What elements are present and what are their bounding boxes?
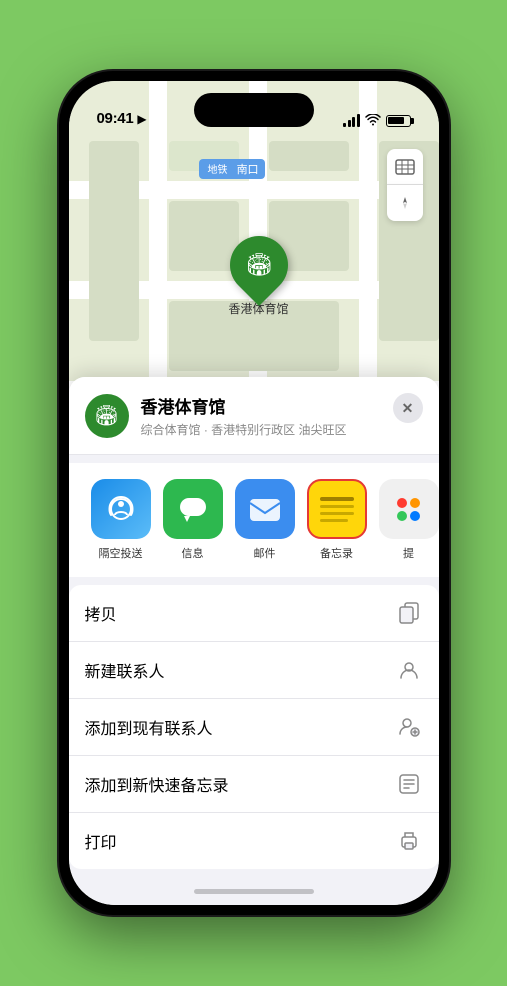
location-button[interactable]: [387, 185, 423, 221]
action-print-label: 打印: [85, 829, 117, 853]
quick-note-icon: [395, 770, 423, 798]
action-quick-note[interactable]: 添加到新快速备忘录: [69, 756, 439, 813]
map-controls: [387, 149, 423, 221]
new-contact-icon: [395, 656, 423, 684]
venue-header: 🏟 香港体育馆 综合体育馆 · 香港特别行政区 油尖旺区 ✕: [69, 377, 439, 455]
location-pin: 🏟 香港体育馆: [229, 236, 289, 317]
mail-label: 邮件: [254, 545, 276, 561]
action-list: 拷贝 新建联系人: [69, 585, 439, 869]
share-messages[interactable]: 信息: [157, 479, 229, 561]
print-icon: [395, 827, 423, 855]
map-type-button[interactable]: [387, 149, 423, 185]
dynamic-island: [194, 93, 314, 127]
close-button[interactable]: ✕: [393, 393, 423, 423]
status-time: 09:41: [97, 110, 134, 127]
home-bar: [194, 889, 314, 894]
status-icons: [343, 114, 411, 127]
notes-icon-wrap: [307, 479, 367, 539]
more-icon-wrap: [379, 479, 439, 539]
action-print[interactable]: 打印: [69, 813, 439, 869]
battery-icon: [386, 115, 411, 127]
signal-bars-icon: [343, 115, 360, 127]
action-copy-label: 拷贝: [85, 601, 117, 625]
venue-icon: 🏟: [85, 394, 129, 438]
messages-icon: [176, 492, 210, 526]
mail-icon-wrap: [235, 479, 295, 539]
action-copy[interactable]: 拷贝: [69, 585, 439, 642]
venue-info: 香港体育馆 综合体育馆 · 香港特别行政区 油尖旺区: [141, 393, 423, 438]
share-more[interactable]: 提: [373, 479, 439, 561]
airdrop-icon-wrap: [91, 479, 151, 539]
map-icon: [395, 159, 415, 175]
share-mail[interactable]: 邮件: [229, 479, 301, 561]
map-station-label: 地铁 南口: [199, 159, 265, 179]
location-arrow-icon: ▶: [137, 112, 146, 126]
share-notes[interactable]: 备忘录: [301, 479, 373, 561]
action-new-contact-label: 新建联系人: [85, 658, 165, 682]
bottom-sheet: 🏟 香港体育馆 综合体育馆 · 香港特别行政区 油尖旺区 ✕: [69, 377, 439, 905]
venue-subtitle: 综合体育馆 · 香港特别行政区 油尖旺区: [141, 421, 423, 438]
action-new-contact[interactable]: 新建联系人: [69, 642, 439, 699]
wifi-icon: [365, 114, 381, 127]
home-indicator: [69, 877, 439, 905]
airdrop-icon: [105, 493, 137, 525]
copy-icon: [395, 599, 423, 627]
share-airdrop[interactable]: 隔空投送: [85, 479, 157, 561]
airdrop-label: 隔空投送: [99, 545, 143, 561]
mail-icon: [248, 495, 282, 523]
action-quick-note-label: 添加到新快速备忘录: [85, 772, 229, 796]
share-row: 隔空投送 信息: [69, 463, 439, 577]
messages-icon-wrap: [163, 479, 223, 539]
add-existing-icon: [395, 713, 423, 741]
phone-frame: 09:41 ▶: [59, 71, 449, 915]
notes-label: 备忘录: [320, 545, 353, 561]
more-label: 提: [403, 545, 414, 561]
venue-name: 香港体育馆: [141, 393, 423, 418]
messages-label: 信息: [182, 545, 204, 561]
notes-icon: [320, 497, 354, 522]
phone-screen: 09:41 ▶: [69, 81, 439, 905]
compass-icon: [397, 195, 413, 211]
action-add-existing[interactable]: 添加到现有联系人: [69, 699, 439, 756]
action-add-existing-label: 添加到现有联系人: [85, 715, 213, 739]
